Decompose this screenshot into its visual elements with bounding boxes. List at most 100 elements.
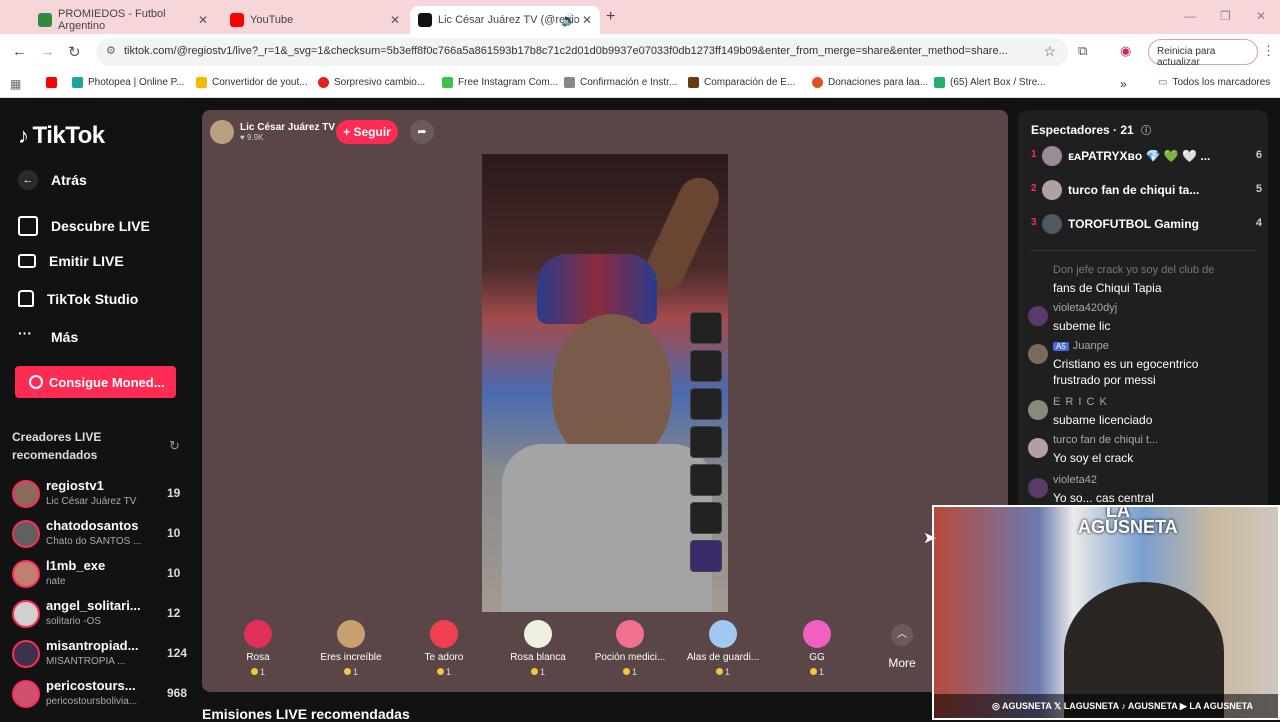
gift-item[interactable]: Eres increíble 1: [311, 612, 391, 677]
apps-grid-icon[interactable]: ▦: [10, 77, 21, 91]
bookmark-item[interactable]: Free Instagram Com...: [442, 77, 558, 88]
bookmark-item[interactable]: Comparación de E...: [688, 77, 795, 88]
video-sidebar-thumb[interactable]: [690, 464, 722, 496]
more-gifts-button[interactable]: ︿ More: [882, 612, 922, 670]
url-input[interactable]: ⚙ tiktok.com/@regiostv1/live?_r=1&_svg=1…: [96, 38, 1068, 66]
menu-dots-icon[interactable]: ⋮: [1262, 43, 1275, 59]
message-user[interactable]: violeta420dyj: [1053, 302, 1117, 314]
nav-emitir-live[interactable]: Emitir LIVE: [18, 253, 124, 269]
avatar[interactable]: [1028, 438, 1048, 458]
bookmark-item[interactable]: (65) Alert Box / Stre...: [934, 77, 1046, 88]
creator-item[interactable]: regiostv1 Lic César Juárez TV 19: [12, 478, 192, 514]
creator-item[interactable]: misantropiad... MISANTROPIA ... 124: [12, 638, 192, 674]
extensions-icon[interactable]: ⧉: [1078, 43, 1087, 59]
forward-arrow-icon[interactable]: →: [40, 43, 55, 60]
avatar[interactable]: [1028, 344, 1048, 364]
avatar[interactable]: [1028, 306, 1048, 326]
update-button[interactable]: Reinicia para actualizar: [1148, 39, 1258, 68]
refresh-icon[interactable]: ↻: [169, 438, 180, 454]
gift-coins: 1: [259, 667, 265, 677]
video-sidebar-thumb[interactable]: [690, 388, 722, 420]
bookmark-item[interactable]: Donaciones para laa...: [812, 77, 928, 88]
host-avatar[interactable]: [210, 120, 234, 144]
reload-icon[interactable]: ↻: [68, 43, 81, 61]
tab-tiktok[interactable]: Lic César Juárez TV (@regio 🔊 ✕: [410, 6, 600, 34]
message-user[interactable]: violeta42: [1053, 474, 1097, 486]
creator-sub: MISANTROPIA ...: [46, 656, 126, 667]
gift-item[interactable]: Rosa blanca 1: [498, 612, 578, 677]
back-button[interactable]: ← Atrás: [18, 170, 87, 190]
viewer-score: 6: [1255, 149, 1262, 161]
mouse-cursor-icon: ➤: [923, 530, 937, 547]
back-arrow-icon[interactable]: ←: [12, 43, 27, 60]
tiktok-logo[interactable]: ♪ TikTok: [18, 122, 105, 150]
maximize-icon[interactable]: ❐: [1220, 9, 1231, 23]
close-icon[interactable]: ✕: [582, 13, 592, 27]
bookmark-item[interactable]: Convertidor de yout...: [196, 77, 308, 88]
bookmark-star-icon[interactable]: ☆: [1043, 43, 1056, 60]
bookmark-youtube[interactable]: [46, 77, 62, 88]
get-coins-button[interactable]: Consigue Moned...: [15, 366, 176, 398]
message-user-name: Juanpe: [1072, 340, 1109, 352]
viewer-count: 124: [167, 646, 188, 660]
gift-item[interactable]: Alas de guardi... 1: [683, 612, 763, 677]
avatar: [1042, 214, 1062, 234]
window-close-icon[interactable]: ✕: [1256, 9, 1266, 23]
gift-item[interactable]: Rosa 1: [218, 612, 298, 677]
nav-label: Más: [51, 329, 79, 345]
coins-label: Consigue Moned...: [49, 374, 165, 390]
bookmark-label: Convertidor de yout...: [212, 77, 308, 88]
nav-mas[interactable]: ··· Más: [18, 326, 79, 347]
minimize-icon[interactable]: —: [1184, 9, 1196, 23]
creator-item[interactable]: angel_solitari... solitario -OS 12: [12, 598, 192, 634]
instagram-tool-icon: [442, 77, 453, 88]
video-sidebar-thumb[interactable]: [690, 350, 722, 382]
follow-button[interactable]: + Seguir: [336, 120, 398, 144]
video-sidebar-thumb[interactable]: [690, 312, 722, 344]
message-text: subame licenciado: [1053, 413, 1153, 427]
top-viewer[interactable]: 2 turco fan de chiqui ta... 5: [1030, 180, 1262, 204]
close-icon[interactable]: ✕: [390, 13, 400, 27]
message-text: Yo soy el crack: [1053, 451, 1134, 465]
profile-icon[interactable]: ◉: [1120, 43, 1131, 59]
more-bookmarks-icon[interactable]: »: [1120, 77, 1127, 91]
gift-cost: 1: [311, 667, 391, 677]
share-icon[interactable]: ➦: [410, 120, 434, 144]
gift-cost: 1: [777, 667, 857, 677]
gift-item[interactable]: GG 1: [777, 612, 857, 677]
nav-tiktok-studio[interactable]: TikTok Studio: [18, 290, 138, 307]
new-tab-button[interactable]: +: [606, 8, 615, 26]
creator-item[interactable]: pericostours... pericostoursbolivia... 9…: [12, 678, 192, 714]
message-user[interactable]: turco fan de chiqui t...: [1053, 434, 1158, 446]
site-info-icon[interactable]: ⚙: [106, 44, 116, 57]
bookmark-item[interactable]: Confirmación e Instr...: [564, 77, 677, 88]
nav-descubre-live[interactable]: Descubre LIVE: [18, 216, 150, 236]
creator-item[interactable]: l1mb_exe nate 10: [12, 558, 192, 594]
divider: [1030, 250, 1256, 251]
avatar[interactable]: [1028, 478, 1048, 498]
gift-item[interactable]: Poción medici... 1: [590, 612, 670, 677]
top-viewer[interactable]: 3 TOROFUTBOL Gaming 4: [1030, 214, 1262, 238]
video-sidebar-thumb[interactable]: [690, 540, 722, 572]
all-bookmarks[interactable]: ▭ Todos los marcadores: [1158, 77, 1270, 88]
info-icon[interactable]: ⓘ: [1141, 126, 1151, 137]
close-icon[interactable]: ✕: [198, 13, 208, 27]
creator-sub: nate: [46, 576, 66, 587]
live-video[interactable]: [482, 154, 728, 612]
host-info[interactable]: Lic César Juárez TV ♥ 9.9K: [210, 118, 335, 146]
bookmark-label: Photopea | Online P...: [88, 77, 185, 88]
speaker-icon[interactable]: 🔊: [561, 13, 576, 27]
video-sidebar-thumb[interactable]: [690, 426, 722, 458]
video-sidebar-thumb[interactable]: [690, 502, 722, 534]
tab-youtube[interactable]: YouTube ✕: [222, 6, 408, 34]
message-text: fans de Chiqui Tapia: [1053, 281, 1162, 295]
tab-promiedos[interactable]: PROMIEDOS - Futbol Argentino ✕: [30, 6, 216, 34]
top-viewer[interactable]: 1 ᴇᴀPATRYXʙᴏ 💎 💚 🤍 ... 6: [1030, 146, 1262, 170]
gift-item[interactable]: Te adoro 1: [404, 612, 484, 677]
bookmark-item[interactable]: Photopea | Online P...: [72, 77, 184, 88]
message-user[interactable]: E R I C K: [1053, 396, 1108, 408]
creator-item[interactable]: chatodosantos Chato do SANTOS ... 10: [12, 518, 192, 554]
avatar[interactable]: [1028, 400, 1048, 420]
message-user[interactable]: A5 Juanpe: [1053, 340, 1109, 352]
bookmark-item[interactable]: Sorpresivo cambio...: [318, 77, 425, 88]
